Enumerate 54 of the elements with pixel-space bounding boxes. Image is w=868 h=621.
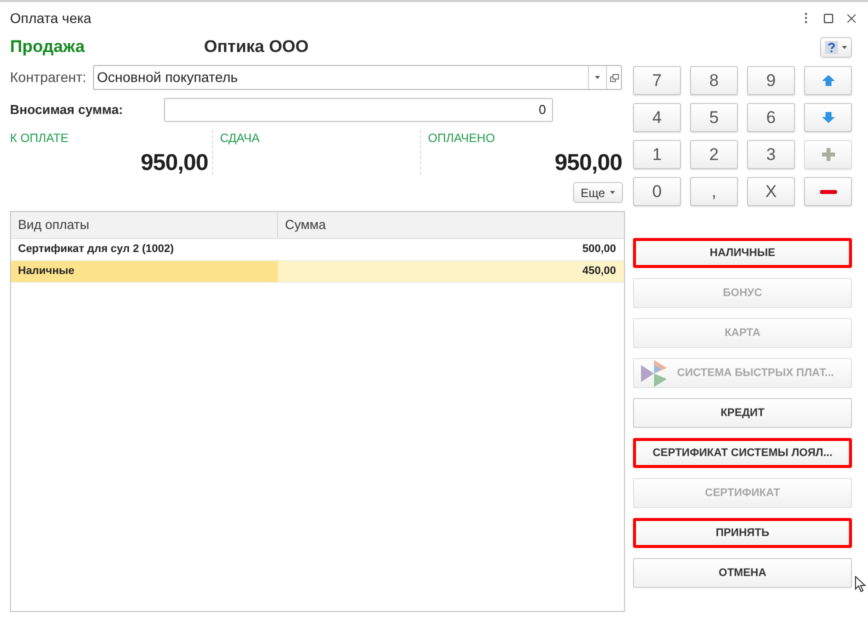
total-label: СДАЧА [219, 130, 261, 146]
total-value: 950,00 [554, 150, 622, 174]
payment-button[interactable]: ОТМЕНА [633, 558, 852, 588]
counterparty-field[interactable]: Основной покупатель [93, 65, 622, 90]
open-button[interactable] [606, 66, 621, 89]
keypad-key[interactable]: 8 [690, 66, 738, 95]
more-button[interactable]: Еще [572, 182, 623, 203]
help-button[interactable] [820, 36, 852, 58]
keypad-key[interactable]: 9 [747, 66, 795, 95]
arrow-down-icon [822, 112, 834, 123]
arrow-down-key[interactable] [804, 103, 852, 132]
keypad-key[interactable]: X [747, 177, 795, 206]
keypad-key[interactable]: 5 [690, 103, 738, 132]
column-header[interactable]: Вид оплаты [11, 212, 278, 238]
payment-button[interactable]: ПРИНЯТЬ [633, 518, 852, 548]
counterparty-label: Контрагент: [9, 68, 88, 87]
caret-icon [610, 191, 615, 194]
minus-key[interactable] [804, 177, 852, 206]
payment-button[interactable]: СЕРТИФИКАТ СИСТЕМЫ ЛОЯЛ... [633, 438, 852, 468]
total-label: ОПЛАЧЕНО [427, 130, 496, 146]
amount-label: Вносимая сумма: [9, 101, 124, 120]
payment-button[interactable]: КРЕДИТ [633, 398, 852, 428]
table-cell-text: 500,00 [581, 242, 617, 258]
plus-icon [822, 148, 834, 161]
keypad-key[interactable]: 6 [747, 103, 795, 132]
arrow-up-icon [822, 75, 834, 86]
window-title: Оплата чека [10, 8, 92, 28]
keypad-key[interactable]: 1 [633, 140, 681, 169]
maximize-icon[interactable] [823, 12, 834, 24]
keypad-key[interactable]: 3 [747, 140, 795, 169]
keypad-key[interactable]: 7 [633, 66, 681, 95]
total-value: 950,00 [140, 150, 208, 174]
organization-name: Оптика ООО [204, 36, 309, 58]
caret-icon [595, 76, 600, 79]
table-row[interactable]: Наличные 450,00 [11, 261, 624, 283]
total-label: К ОПЛАТЕ [9, 130, 70, 146]
triangle-logo-icon [641, 360, 667, 386]
open-window-icon [610, 74, 618, 82]
column-header[interactable]: Сумма [278, 212, 624, 238]
caret-icon [842, 46, 847, 48]
keypad-key[interactable]: 2 [690, 140, 738, 169]
keypad-key[interactable]: 4 [633, 103, 681, 132]
table-cell-text: Сертификат для сул 2 (1002) [17, 242, 175, 258]
table-cell: Наличные [11, 261, 278, 282]
payment-button[interactable]: НАЛИЧНЫЕ [633, 238, 852, 268]
table-cell-text: 450,00 [581, 264, 617, 280]
amount-input[interactable]: 0 [164, 98, 553, 122]
counterparty-value: Основной покупатель [96, 68, 239, 87]
keypad-key[interactable]: 0 [633, 177, 681, 206]
minus-icon [820, 190, 836, 194]
keypad-key[interactable]: , [690, 177, 738, 206]
help-icon [825, 40, 838, 54]
arrow-up-key[interactable] [804, 66, 852, 95]
operation-title: Продажа [10, 36, 86, 58]
